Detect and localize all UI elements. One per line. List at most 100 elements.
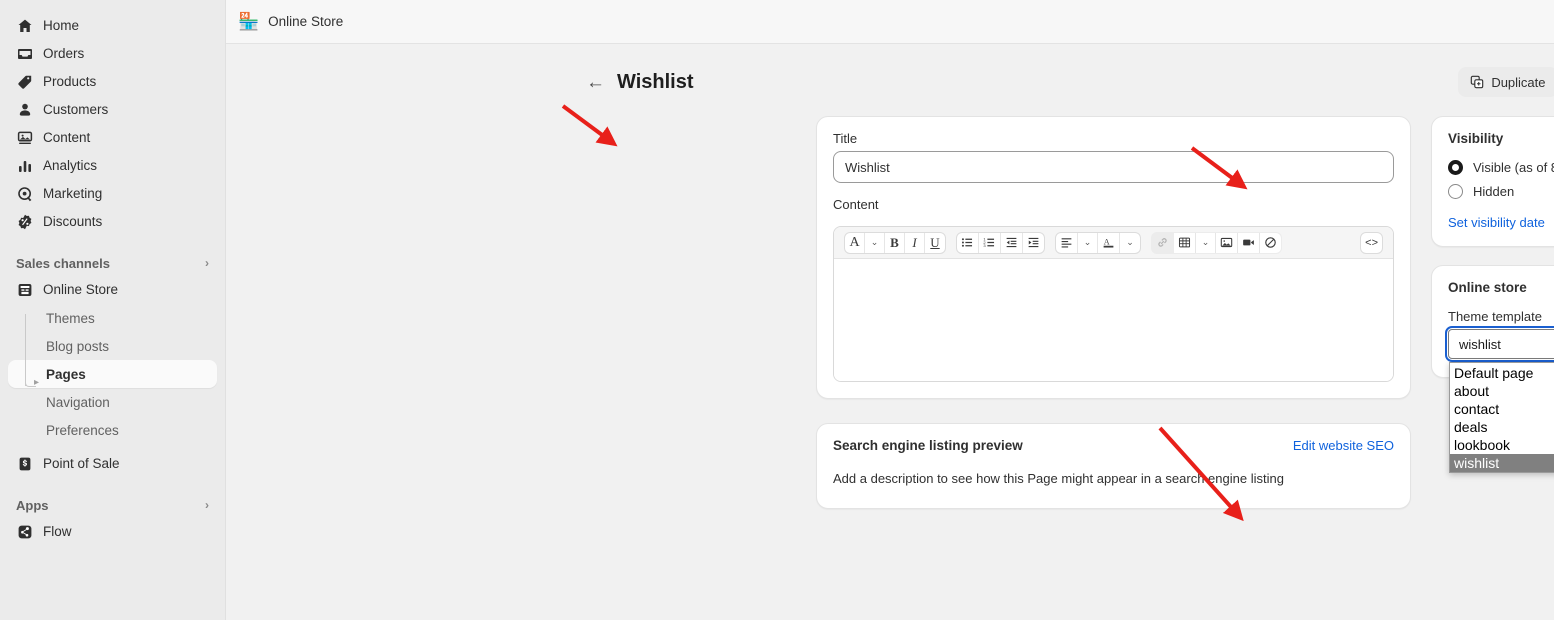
text-color-icon[interactable]: A: [1098, 232, 1120, 253]
sidebar-item-customers[interactable]: Customers: [8, 96, 217, 124]
analytics-bars-icon: [16, 157, 34, 175]
underline-icon[interactable]: U: [925, 233, 945, 253]
flow-icon: [16, 523, 34, 541]
edit-website-seo-link[interactable]: Edit website SEO: [1293, 438, 1394, 453]
theme-template-select-wrapper: wishlist ⌃⌄ Default page about contact d…: [1445, 326, 1554, 473]
dropdown-option[interactable]: about: [1450, 382, 1554, 400]
sidebar-item-discounts[interactable]: Discounts: [8, 208, 217, 236]
sidebar-item-home[interactable]: Home: [8, 12, 217, 40]
bulleted-list-icon[interactable]: [957, 232, 979, 253]
set-visibility-date-link[interactable]: Set visibility date: [1448, 215, 1554, 230]
dropdown-option[interactable]: lookbook: [1450, 436, 1554, 454]
chevron-down-icon[interactable]: ⌄: [1078, 232, 1098, 253]
theme-template-label: Theme template: [1448, 309, 1542, 324]
content-columns: Title Content A ⌄ B I U: [816, 116, 1554, 509]
sidebar-item-point-of-sale[interactable]: Point of Sale: [8, 450, 217, 478]
svg-text:3: 3: [983, 243, 986, 248]
table-icon[interactable]: [1174, 232, 1196, 253]
sidebar-item-analytics[interactable]: Analytics: [8, 152, 217, 180]
dropdown-option[interactable]: deals: [1450, 418, 1554, 436]
align-icon[interactable]: [1056, 232, 1078, 253]
sidebar-item-label: Flow: [43, 524, 72, 540]
sidebar-item-online-store[interactable]: Online Store: [8, 276, 217, 304]
numbered-list-icon[interactable]: 123: [979, 232, 1001, 253]
editor-body[interactable]: [834, 259, 1393, 381]
visibility-option-visible[interactable]: Visible (as of 8/10/2023, 5:47 AM EDT): [1448, 160, 1554, 175]
marketing-target-icon: [16, 185, 34, 203]
chevron-right-icon: ›: [205, 498, 209, 512]
sidebar-item-label: Marketing: [43, 186, 103, 202]
sidebar-section-apps[interactable]: Apps ›: [8, 492, 217, 518]
sidebar-item-label: Point of Sale: [43, 456, 120, 472]
sidebar-item-content[interactable]: Content: [8, 124, 217, 152]
sidebar-subitem-label: Pages: [46, 366, 86, 382]
html-code-icon[interactable]: <>: [1361, 233, 1382, 253]
sidebar-item-blog-posts[interactable]: Blog posts: [8, 332, 217, 360]
online-store-card: Online store Theme template wishlist ⌃⌄ …: [1431, 265, 1554, 473]
insert-video-icon[interactable]: [1238, 232, 1260, 253]
sidebar: Home Orders Products Customers Content A…: [0, 0, 226, 620]
outdent-icon[interactable]: [1001, 232, 1023, 253]
back-arrow-icon[interactable]: ←: [586, 73, 605, 92]
sidebar-item-themes[interactable]: Themes: [8, 304, 217, 332]
duplicate-button[interactable]: Duplicate: [1458, 67, 1554, 97]
rich-text-editor: A ⌄ B I U 123 ⌄ A ⌄ ⌄ <>: [833, 226, 1394, 382]
sidebar-item-navigation[interactable]: Navigation: [8, 388, 217, 416]
clear-formatting-icon[interactable]: [1260, 232, 1281, 253]
sidebar-item-label: Orders: [43, 46, 85, 62]
link-icon[interactable]: [1152, 232, 1174, 253]
sidebar-item-products[interactable]: Products: [8, 68, 217, 96]
sidebar-item-flow[interactable]: Flow: [8, 518, 217, 546]
app-topbar: 🏪 Online Store: [226, 0, 1554, 44]
indent-icon[interactable]: [1023, 233, 1044, 253]
toolbar-group-lists: 123: [956, 231, 1045, 254]
sidebar-item-label: Analytics: [43, 158, 98, 174]
point-of-sale-icon: [16, 455, 34, 473]
duplicate-icon: [1470, 75, 1484, 89]
seo-card-header: Search engine listing preview Edit websi…: [833, 438, 1394, 453]
sidebar-item-preferences[interactable]: Preferences: [8, 416, 217, 444]
sidebar-tree-arrow-icon: ▸: [34, 377, 40, 388]
sidebar-section-sales-channels[interactable]: Sales channels ›: [8, 250, 217, 276]
sidebar-item-label: Content: [43, 130, 91, 146]
content-field-label: Content: [833, 197, 879, 212]
dropdown-option[interactable]: contact: [1450, 400, 1554, 418]
chevron-down-icon[interactable]: ⌄: [1196, 232, 1216, 253]
visibility-hidden-label: Hidden: [1473, 184, 1515, 199]
right-column: Visibility Visible (as of 8/10/2023, 5:4…: [1431, 116, 1554, 473]
visibility-card-title: Visibility: [1448, 131, 1504, 146]
title-input[interactable]: [833, 151, 1394, 183]
font-format-icon[interactable]: A: [845, 232, 865, 253]
sidebar-item-orders[interactable]: Orders: [8, 40, 217, 68]
home-icon: [16, 17, 34, 35]
insert-image-icon[interactable]: [1216, 232, 1238, 253]
page-content-card: Title Content A ⌄ B I U: [816, 116, 1411, 399]
theme-template-dropdown[interactable]: Default page about contact deals lookboo…: [1449, 362, 1554, 473]
store-name-label: Online Store: [268, 14, 344, 29]
radio-visible-icon[interactable]: [1448, 160, 1463, 175]
online-store-icon: [16, 281, 34, 299]
dropdown-option[interactable]: Default page: [1450, 364, 1554, 382]
radio-hidden-icon[interactable]: [1448, 184, 1463, 199]
toolbar-group-font: A ⌄ B I U: [844, 231, 946, 254]
italic-icon[interactable]: I: [905, 232, 925, 253]
editor-toolbar: A ⌄ B I U 123 ⌄ A ⌄ ⌄ <>: [834, 227, 1393, 259]
apps-label: Apps: [16, 497, 49, 513]
visibility-visible-label: Visible (as of 8/10/2023, 5:47 AM EDT): [1473, 160, 1554, 175]
toolbar-group-align-color: ⌄ A ⌄: [1055, 231, 1141, 254]
seo-preview-card: Search engine listing preview Edit websi…: [816, 423, 1411, 509]
store-icon: 🏪: [238, 12, 260, 31]
sidebar-item-pages[interactable]: Pages: [8, 360, 217, 388]
dropdown-option-selected[interactable]: wishlist: [1450, 454, 1554, 472]
seo-card-title: Search engine listing preview: [833, 438, 1023, 453]
sidebar-subitem-label: Navigation: [46, 394, 110, 410]
chevron-down-icon[interactable]: ⌄: [1120, 233, 1140, 253]
chevron-down-icon[interactable]: ⌄: [865, 232, 885, 253]
theme-template-select[interactable]: wishlist ⌃⌄: [1445, 326, 1554, 362]
bold-icon[interactable]: B: [885, 232, 905, 253]
theme-template-selected-value: wishlist: [1459, 336, 1501, 352]
content-image-icon: [16, 129, 34, 147]
sidebar-item-marketing[interactable]: Marketing: [8, 180, 217, 208]
visibility-option-hidden[interactable]: Hidden: [1448, 184, 1554, 199]
